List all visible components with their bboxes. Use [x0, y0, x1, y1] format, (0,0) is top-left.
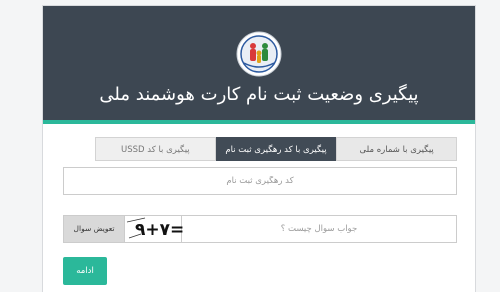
national-registration-logo-icon: [236, 31, 282, 77]
captcha-image: ۹+۷=: [124, 216, 184, 242]
tab-national-code[interactable]: پیگیری با شماره ملی: [336, 137, 457, 161]
continue-button[interactable]: ادامه: [63, 257, 107, 285]
captcha-answer-input[interactable]: [182, 216, 456, 242]
captcha-text: ۹+۷=: [135, 220, 183, 240]
captcha-row: تعویض سوال ۹+۷=: [63, 215, 457, 243]
tab-tracking-code[interactable]: پیگیری با کد رهگیری ثبت نام: [215, 137, 337, 161]
tracking-code-input[interactable]: [63, 167, 457, 195]
tracking-card: پیگیری وضعیت ثبت نام کارت هوشمند ملی پیگ…: [42, 5, 476, 292]
tracking-tabs: پیگیری با شماره ملی پیگیری با کد رهگیری …: [94, 137, 457, 161]
page-title: پیگیری وضعیت ثبت نام کارت هوشمند ملی: [99, 84, 419, 105]
header-accent-stripe: [43, 120, 475, 124]
change-question-button[interactable]: تعویض سوال: [64, 216, 124, 242]
page-header: پیگیری وضعیت ثبت نام کارت هوشمند ملی: [43, 6, 475, 120]
tab-ussd-code[interactable]: پیگیری با کد USSD: [94, 137, 216, 161]
captcha-drawing: ۹+۷=: [126, 217, 184, 240]
